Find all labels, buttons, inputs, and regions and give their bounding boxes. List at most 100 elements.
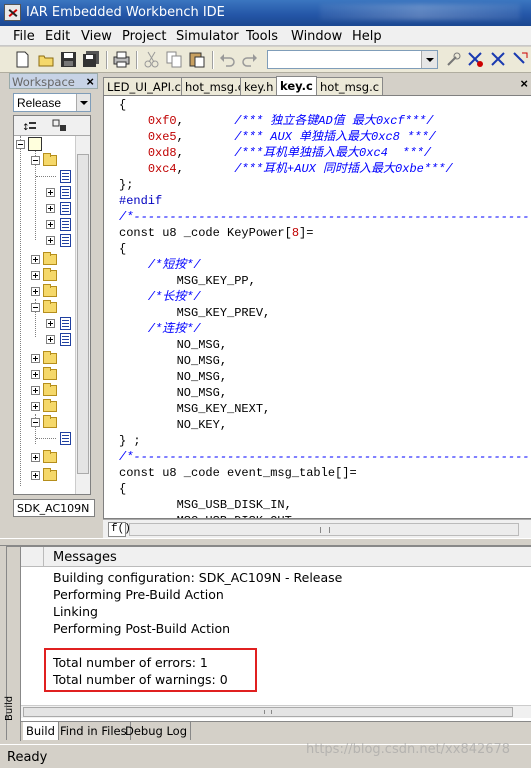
tree-node-folder[interactable] <box>14 267 76 283</box>
tree-node-folder[interactable] <box>14 350 76 366</box>
undo-icon[interactable] <box>219 51 236 68</box>
tree-node-file[interactable] <box>14 315 76 331</box>
paste-icon[interactable] <box>189 51 206 68</box>
find-icon[interactable] <box>445 51 462 68</box>
tree-node-file[interactable] <box>14 232 76 248</box>
tree-node-folder[interactable] <box>14 382 76 398</box>
tree-node-folder[interactable] <box>14 152 76 168</box>
print-icon[interactable] <box>113 51 130 68</box>
tab-hot-msg-2[interactable]: hot_msg.c <box>316 77 384 95</box>
collapse-toggle[interactable] <box>31 418 40 427</box>
file-icon <box>60 432 71 445</box>
tree-node-file[interactable] <box>14 216 76 232</box>
workspace-tree: ↕ <box>13 115 91 495</box>
code-token: } ; <box>119 434 141 448</box>
tab-build[interactable]: Build <box>23 722 59 740</box>
menu-edit[interactable]: Edit <box>45 29 70 44</box>
code-line: 0xf0, /*** 独立各键AD值 最大0xcf***/ <box>119 113 434 129</box>
code-view[interactable]: { 0xf0, /*** 独立各键AD值 最大0xcf***/ 0xe5, /*… <box>103 95 531 519</box>
tree-node-folder[interactable] <box>14 283 76 299</box>
close-icon[interactable]: × <box>520 76 528 91</box>
tab-find-in-files[interactable]: Find in Files <box>57 722 131 740</box>
file-icon <box>60 317 71 330</box>
build-message: Performing Pre-Build Action <box>53 587 224 602</box>
expand-toggle[interactable] <box>31 453 40 462</box>
save-icon[interactable] <box>60 51 77 68</box>
expand-toggle[interactable] <box>46 335 55 344</box>
tree-node-folder[interactable] <box>14 467 76 483</box>
redo-icon[interactable] <box>241 51 258 68</box>
collapse-toggle[interactable] <box>31 156 40 165</box>
tree-node-folder[interactable] <box>14 251 76 267</box>
tree-node-folder[interactable] <box>14 449 76 465</box>
menu-file[interactable]: File <box>13 29 35 44</box>
expand-toggle[interactable] <box>46 319 55 328</box>
expand-toggle[interactable] <box>46 188 55 197</box>
save-all-icon[interactable] <box>83 51 100 68</box>
code-token: }; <box>119 178 134 192</box>
tree-node-file[interactable] <box>14 200 76 216</box>
function-list-button[interactable]: f() <box>108 522 131 537</box>
expand-toggle[interactable] <box>31 255 40 264</box>
open-folder-icon[interactable] <box>38 51 55 68</box>
tree-node-file[interactable] <box>14 430 76 446</box>
tree-node-file[interactable] <box>14 184 76 200</box>
tab-hot-msg[interactable]: hot_msg.c <box>181 77 249 95</box>
collapse-toggle[interactable] <box>31 303 40 312</box>
tree-node-file[interactable] <box>14 168 76 184</box>
tab-key-c[interactable]: key.c <box>276 76 317 95</box>
menu-project[interactable]: Project <box>122 29 166 44</box>
scroll-thumb[interactable] <box>77 154 89 474</box>
panel-splitter[interactable] <box>0 538 531 546</box>
menu-simulator[interactable]: Simulator <box>176 29 239 44</box>
new-file-icon[interactable] <box>14 51 31 68</box>
bookmark-icon[interactable] <box>512 51 529 68</box>
code-token: NO_MSG, <box>119 338 228 352</box>
expand-toggle[interactable] <box>46 220 55 229</box>
expand-toggle[interactable] <box>31 354 40 363</box>
tab-debug-log[interactable]: Debug Log <box>122 722 192 740</box>
horizontal-scrollbar[interactable] <box>129 523 519 536</box>
tab-led-ui-api[interactable]: LED_UI_API.c <box>103 77 186 95</box>
collapse-toggle[interactable] <box>16 140 25 149</box>
cut-icon[interactable] <box>143 51 160 68</box>
menu-view[interactable]: View <box>81 29 112 44</box>
scroll-thumb[interactable] <box>23 707 513 717</box>
chevron-down-icon[interactable] <box>76 94 90 111</box>
menu-help[interactable]: Help <box>352 29 382 44</box>
code-token: 0xe5 <box>147 130 177 144</box>
tree-node-folder[interactable] <box>14 398 76 414</box>
options-column-icon[interactable] <box>52 119 68 133</box>
copy-icon[interactable] <box>166 51 183 68</box>
messages-header: Messages <box>21 547 531 567</box>
close-icon[interactable]: × <box>86 74 94 89</box>
expand-toggle[interactable] <box>31 271 40 280</box>
files-column-icon[interactable]: ↕ <box>22 119 38 133</box>
workspace-project-tab[interactable]: SDK_AC109N <box>13 499 95 517</box>
build-side-bar: Build <box>4 547 21 741</box>
menu-tools[interactable]: Tools <box>246 29 278 44</box>
tree-scrollbar[interactable] <box>75 136 90 494</box>
header-cell <box>21 547 44 567</box>
tree-node-folder[interactable] <box>14 414 76 430</box>
expand-toggle[interactable] <box>46 204 55 213</box>
configuration-select[interactable]: Release <box>13 93 91 112</box>
messages-scrollbar[interactable] <box>21 705 531 718</box>
tab-key-h[interactable]: key.h <box>240 77 278 95</box>
expand-toggle[interactable] <box>31 370 40 379</box>
tree-node-folder[interactable] <box>14 366 76 382</box>
find-combo[interactable] <box>267 50 438 69</box>
tree-node-folder[interactable] <box>14 299 76 315</box>
expand-toggle[interactable] <box>31 471 40 480</box>
expand-toggle[interactable] <box>31 287 40 296</box>
chevron-down-icon[interactable] <box>421 51 437 68</box>
find-prev-icon[interactable] <box>490 51 507 68</box>
tree-node-file[interactable] <box>14 331 76 347</box>
expand-toggle[interactable] <box>31 402 40 411</box>
menu-window[interactable]: Window <box>291 29 342 44</box>
expand-toggle[interactable] <box>31 386 40 395</box>
expand-toggle[interactable] <box>46 236 55 245</box>
tree-node-project[interactable] <box>14 136 76 152</box>
find-next-icon[interactable] <box>467 51 484 68</box>
